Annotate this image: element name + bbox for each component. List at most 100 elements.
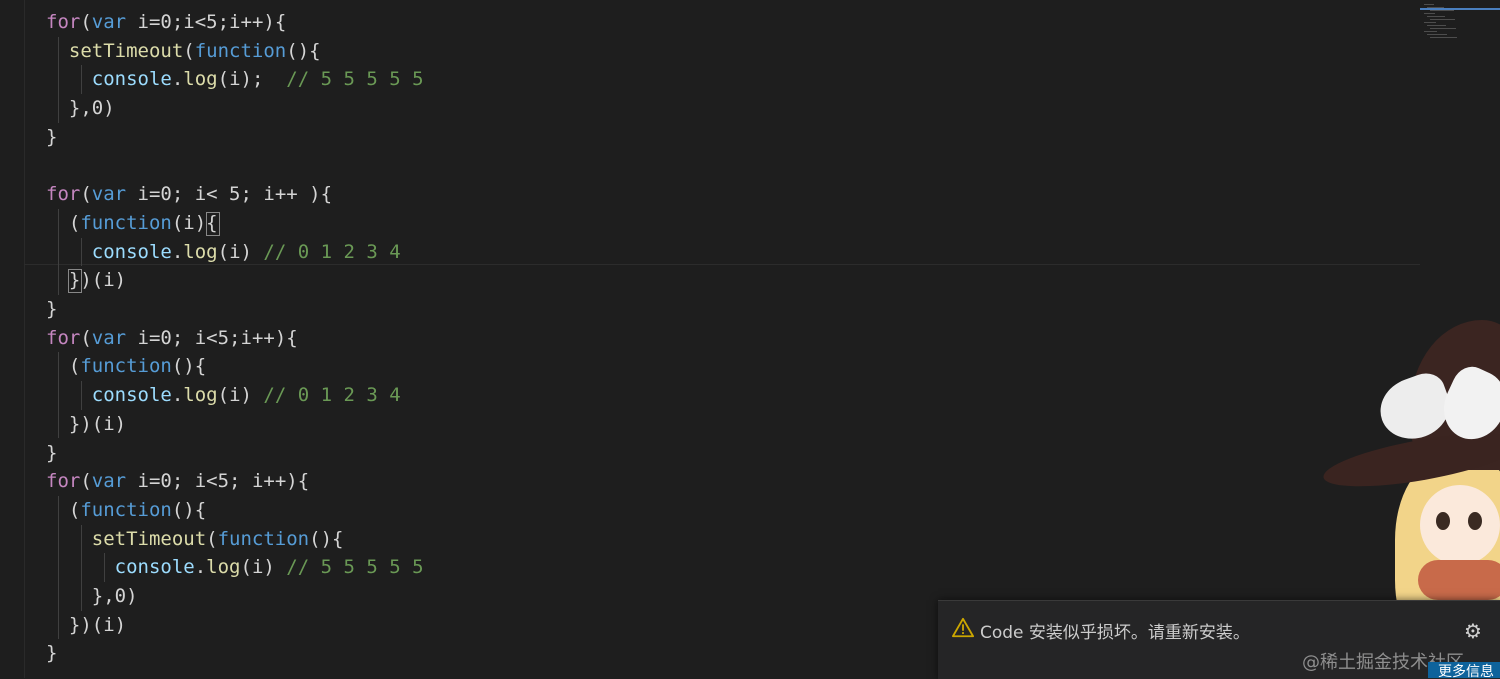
- code-token: (){: [171, 355, 207, 378]
- indent-guide: [80, 381, 82, 410]
- code-token: (: [206, 527, 218, 550]
- code-token: }: [46, 441, 58, 464]
- code-token: (){: [309, 527, 344, 550]
- code-token: // 0 1 2 3 4: [263, 384, 401, 407]
- mascot-eye-left: [1436, 512, 1450, 530]
- mascot-eye-right: [1468, 512, 1482, 530]
- code-token: (: [46, 355, 81, 378]
- indent-guide: [58, 582, 59, 611]
- code-token: .: [171, 384, 184, 407]
- code-token: (){: [286, 39, 321, 62]
- warning-icon: [952, 617, 974, 638]
- code-token: i=0;i<5;i++){: [126, 11, 287, 33]
- code-token: (i): [217, 384, 264, 407]
- code-token: (){: [171, 498, 207, 521]
- code-token: function: [80, 498, 172, 521]
- indent-guide: [58, 409, 59, 439]
- indent-guide: [80, 65, 82, 95]
- code-token: .: [194, 556, 207, 579]
- code-token: for: [46, 326, 81, 349]
- notification-message: Code 安装似乎损坏。请重新安装。: [980, 623, 1250, 643]
- code-line[interactable]: (function(){: [46, 496, 206, 524]
- code-token: .: [171, 240, 184, 263]
- code-line[interactable]: (function(){: [46, 352, 206, 380]
- bracket-match-highlight: [68, 269, 82, 294]
- indent-guide: [58, 94, 59, 123]
- code-line[interactable]: }: [46, 439, 57, 467]
- code-token: (: [80, 470, 92, 493]
- minimap-slider[interactable]: [1420, 8, 1500, 10]
- code-token: (: [183, 39, 195, 62]
- code-token: // 5 5 5 5 5: [286, 68, 424, 91]
- code-token: }: [46, 125, 58, 148]
- minimap-line: [1427, 34, 1447, 35]
- code-line[interactable]: setTimeout(function(){: [46, 525, 344, 553]
- code-token: for: [46, 470, 81, 493]
- indent-guide: [80, 237, 82, 267]
- code-line[interactable]: console.log(i); // 5 5 5 5 5: [46, 65, 424, 93]
- code-token: var: [91, 183, 127, 206]
- code-token: log: [183, 240, 218, 263]
- code-token: (: [46, 211, 81, 234]
- code-line[interactable]: for(var i=0; i< 5; i++ ){: [46, 180, 332, 208]
- code-line[interactable]: for(var i=0;i<5;i++){: [46, 8, 286, 36]
- code-token: // 5 5 5 5 5: [286, 556, 424, 579]
- indent-guide: [80, 582, 82, 611]
- code-token: (: [80, 11, 92, 33]
- indent-guide: [103, 553, 105, 582]
- minimap-line: [1427, 25, 1446, 26]
- code-token: log: [183, 384, 218, 407]
- minimap-line: [1430, 28, 1456, 29]
- indent-guide: [80, 524, 82, 554]
- code-token: log: [206, 556, 241, 579]
- code-token: function: [80, 211, 172, 234]
- code-token: var: [91, 11, 127, 33]
- minimap-line: [1430, 10, 1454, 11]
- code-token: console: [91, 240, 172, 263]
- code-line[interactable]: console.log(i) // 0 1 2 3 4: [46, 381, 401, 409]
- code-token: function: [217, 527, 310, 550]
- minimap-line: [1430, 37, 1457, 38]
- code-token: function: [194, 39, 287, 62]
- indent-guide: [58, 208, 59, 238]
- mascot-face: [1420, 485, 1500, 565]
- gear-icon[interactable]: ⚙: [1464, 619, 1482, 643]
- code-token: setTimeout: [68, 39, 184, 62]
- indent-guide: [58, 524, 59, 554]
- indent-guide: [58, 553, 59, 582]
- code-token: function: [80, 355, 172, 378]
- code-line[interactable]: },0): [46, 94, 115, 122]
- code-token: for: [46, 183, 81, 206]
- more-info-button[interactable]: 更多信息: [1428, 662, 1500, 678]
- code-token: setTimeout: [91, 527, 207, 550]
- code-token: (i): [240, 556, 287, 579]
- indent-guide: [58, 495, 59, 525]
- code-line[interactable]: for(var i=0; i<5;i++){: [46, 324, 298, 352]
- indent-guide: [58, 36, 59, 66]
- indent-guide: [58, 266, 59, 295]
- code-line[interactable]: }: [46, 123, 57, 151]
- indent-guide: [58, 381, 59, 410]
- code-token: log: [183, 68, 218, 91]
- code-line[interactable]: setTimeout(function(){: [46, 37, 321, 65]
- code-token: var: [91, 326, 127, 349]
- code-line[interactable]: (function(i){: [46, 209, 218, 237]
- code-line[interactable]: },0): [46, 582, 138, 610]
- editor-gutter: [0, 0, 25, 678]
- code-line[interactable]: console.log(i) // 0 1 2 3 4: [46, 238, 401, 266]
- code-token: (i): [217, 240, 264, 263]
- bracket-match-highlight: [206, 211, 220, 236]
- code-editor[interactable]: for(var i=0;i<5;i++){ setTimeout(functio…: [0, 0, 1420, 678]
- code-line[interactable]: console.log(i) // 5 5 5 5 5: [46, 553, 424, 581]
- code-line[interactable]: for(var i=0; i<5; i++){: [46, 467, 309, 495]
- code-token: i=0; i< 5; i++ ){: [126, 183, 333, 206]
- code-line[interactable]: }: [46, 295, 57, 323]
- code-line[interactable]: }: [46, 639, 57, 667]
- minimap-line: [1427, 16, 1445, 17]
- code-token: (: [80, 183, 92, 206]
- code-token: },0): [46, 585, 138, 607]
